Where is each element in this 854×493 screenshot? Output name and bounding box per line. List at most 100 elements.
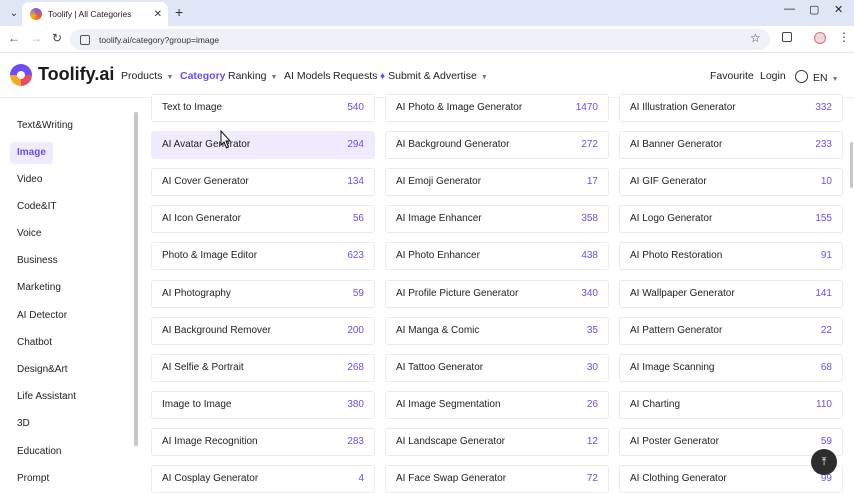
category-count: 1470 — [575, 102, 598, 113]
nav-ranking[interactable]: Ranking ▼ — [228, 70, 277, 82]
maximize-button[interactable]: ▢ — [809, 3, 819, 16]
nav-label: Submit & Advertise — [388, 70, 477, 82]
sidebar-item-3d[interactable]: 3D — [10, 413, 37, 435]
sidebar-item-design-art[interactable]: Design&Art — [10, 359, 75, 381]
reload-icon[interactable]: ↻ — [52, 31, 62, 45]
new-tab-button[interactable]: + — [175, 4, 183, 20]
back-to-top-button[interactable]: ⤒ — [811, 449, 837, 475]
browser-tab[interactable]: Toolify | All Categories ✕ — [22, 2, 168, 26]
category-cell[interactable]: AI Photography 59 — [151, 280, 375, 308]
category-cell[interactable]: Image to Image 380 — [151, 391, 375, 419]
forward-icon[interactable]: → — [30, 31, 42, 45]
sidebar-item-ai-detector[interactable]: AI Detector — [10, 305, 74, 327]
category-cell[interactable]: AI Selfie & Portrait 268 — [151, 354, 375, 382]
category-cell[interactable]: AI Image Enhancer 358 — [385, 205, 609, 233]
close-tab-icon[interactable]: ✕ — [154, 9, 162, 20]
arrow-up-icon: ⤒ — [821, 455, 827, 468]
url-input[interactable]: toolify.ai/category?group=image — [70, 29, 770, 50]
category-cell[interactable]: AI Avatar Generator 294 — [151, 131, 375, 159]
category-cell[interactable]: AI Image Segmentation 26 — [385, 391, 609, 419]
sidebar-scrollbar[interactable] — [134, 112, 138, 446]
category-cell[interactable]: AI Logo Generator 155 — [619, 205, 843, 233]
category-cell[interactable]: AI Wallpaper Generator 141 — [619, 280, 843, 308]
category-cell[interactable]: AI Tattoo Generator 30 — [385, 354, 609, 382]
category-count: 30 — [586, 362, 598, 373]
chevron-down-icon: ▼ — [166, 74, 174, 81]
flame-icon: ♦ — [380, 71, 386, 82]
sidebar-item-marketing[interactable]: Marketing — [10, 277, 68, 299]
sidebar-item-text-writing[interactable]: Text&Writing — [10, 115, 80, 137]
category-name: AI Image Segmentation — [396, 399, 501, 410]
sidebar-item-voice[interactable]: Voice — [10, 223, 48, 245]
category-cell[interactable]: AI Profile Picture Generator 340 — [385, 280, 609, 308]
category-count: 59 — [352, 288, 364, 299]
category-cell[interactable]: AI Photo Enhancer 438 — [385, 242, 609, 270]
category-cell[interactable]: AI GIF Generator 10 — [619, 168, 843, 196]
category-name: Photo & Image Editor — [162, 250, 258, 261]
window-close-button[interactable]: ✕ — [834, 3, 843, 16]
sidebar-item-prompt[interactable]: Prompt — [10, 468, 56, 490]
kebab-menu-icon[interactable]: ⋮ — [838, 30, 850, 44]
category-count: 332 — [815, 102, 832, 113]
sidebar-item-life-assistant[interactable]: Life Assistant — [10, 386, 83, 408]
category-cell[interactable]: AI Background Remover 200 — [151, 317, 375, 345]
nav-category[interactable]: Category — [180, 70, 226, 82]
toolify-logo-icon[interactable] — [10, 64, 32, 86]
category-cell[interactable]: AI Clothing Generator 99 — [619, 465, 843, 493]
category-name: AI Background Generator — [396, 139, 510, 150]
sidebar-item-education[interactable]: Education — [10, 441, 68, 463]
nav-products[interactable]: Products ▼ — [121, 70, 173, 82]
category-cell[interactable]: Photo & Image Editor 623 — [151, 242, 375, 270]
profile-icon[interactable] — [814, 32, 826, 44]
language-selector[interactable]: EN ▼ — [795, 70, 839, 84]
category-cell[interactable]: AI Image Recognition 283 — [151, 428, 375, 456]
category-name: AI Emoji Generator — [396, 176, 482, 187]
site-info-icon[interactable] — [80, 34, 90, 45]
category-cell[interactable]: AI Emoji Generator 17 — [385, 168, 609, 196]
nav-requests[interactable]: Requests — [333, 70, 377, 82]
minimize-button[interactable]: — — [784, 3, 795, 15]
nav-submit-advertise[interactable]: ♦ Submit & Advertise ▼ — [380, 70, 488, 82]
category-name: AI Photo Enhancer — [396, 250, 480, 261]
category-count: 283 — [347, 436, 364, 447]
category-cell[interactable]: Text to Image 540 — [151, 94, 375, 122]
chevron-down-icon: ▼ — [480, 74, 488, 81]
category-cell[interactable]: AI Charting 110 — [619, 391, 843, 419]
page-scrollbar[interactable] — [850, 142, 853, 188]
extensions-icon[interactable] — [782, 32, 792, 42]
sidebar-item-business[interactable]: Business — [10, 250, 65, 272]
category-cell[interactable]: AI Landscape Generator 12 — [385, 428, 609, 456]
category-name: AI Cosplay Generator — [162, 473, 259, 484]
category-cell[interactable]: AI Face Swap Generator 72 — [385, 465, 609, 493]
category-count: 4 — [358, 473, 364, 484]
category-cell[interactable]: AI Poster Generator 59 — [619, 428, 843, 456]
category-name: AI Selfie & Portrait — [162, 362, 244, 373]
category-count: 10 — [820, 176, 832, 187]
category-cell[interactable]: AI Pattern Generator 22 — [619, 317, 843, 345]
favourite-link[interactable]: Favourite — [710, 70, 754, 82]
category-cell[interactable]: AI Cover Generator 134 — [151, 168, 375, 196]
logo-text[interactable]: Toolify.ai — [38, 64, 114, 85]
category-cell[interactable]: AI Manga & Comic 35 — [385, 317, 609, 345]
category-cell[interactable]: AI Illustration Generator 332 — [619, 94, 843, 122]
tab-menu-icon[interactable]: ⌄ — [6, 5, 22, 21]
back-icon[interactable]: ← — [8, 31, 20, 45]
sidebar-item-chatbot[interactable]: Chatbot — [10, 332, 59, 354]
star-icon[interactable]: ☆ — [750, 31, 761, 45]
category-cell[interactable]: AI Cosplay Generator 4 — [151, 465, 375, 493]
category-sidebar: Text&Writing Image Video Code&IT Voice B… — [0, 99, 138, 484]
nav-label: Products — [121, 70, 163, 82]
category-cell[interactable]: AI Photo & Image Generator 1470 — [385, 94, 609, 122]
category-cell[interactable]: AI Image Scanning 68 — [619, 354, 843, 382]
nav-ai-models[interactable]: AI Models — [284, 70, 331, 82]
sidebar-item-video[interactable]: Video — [10, 169, 49, 191]
category-count: 358 — [581, 213, 598, 224]
login-link[interactable]: Login — [760, 70, 786, 82]
category-cell[interactable]: AI Banner Generator 233 — [619, 131, 843, 159]
category-name: AI Image Recognition — [162, 436, 258, 447]
category-cell[interactable]: AI Icon Generator 56 — [151, 205, 375, 233]
sidebar-item-image[interactable]: Image — [10, 142, 53, 164]
category-cell[interactable]: AI Photo Restoration 91 — [619, 242, 843, 270]
category-cell[interactable]: AI Background Generator 272 — [385, 131, 609, 159]
sidebar-item-code-it[interactable]: Code&IT — [10, 196, 63, 218]
